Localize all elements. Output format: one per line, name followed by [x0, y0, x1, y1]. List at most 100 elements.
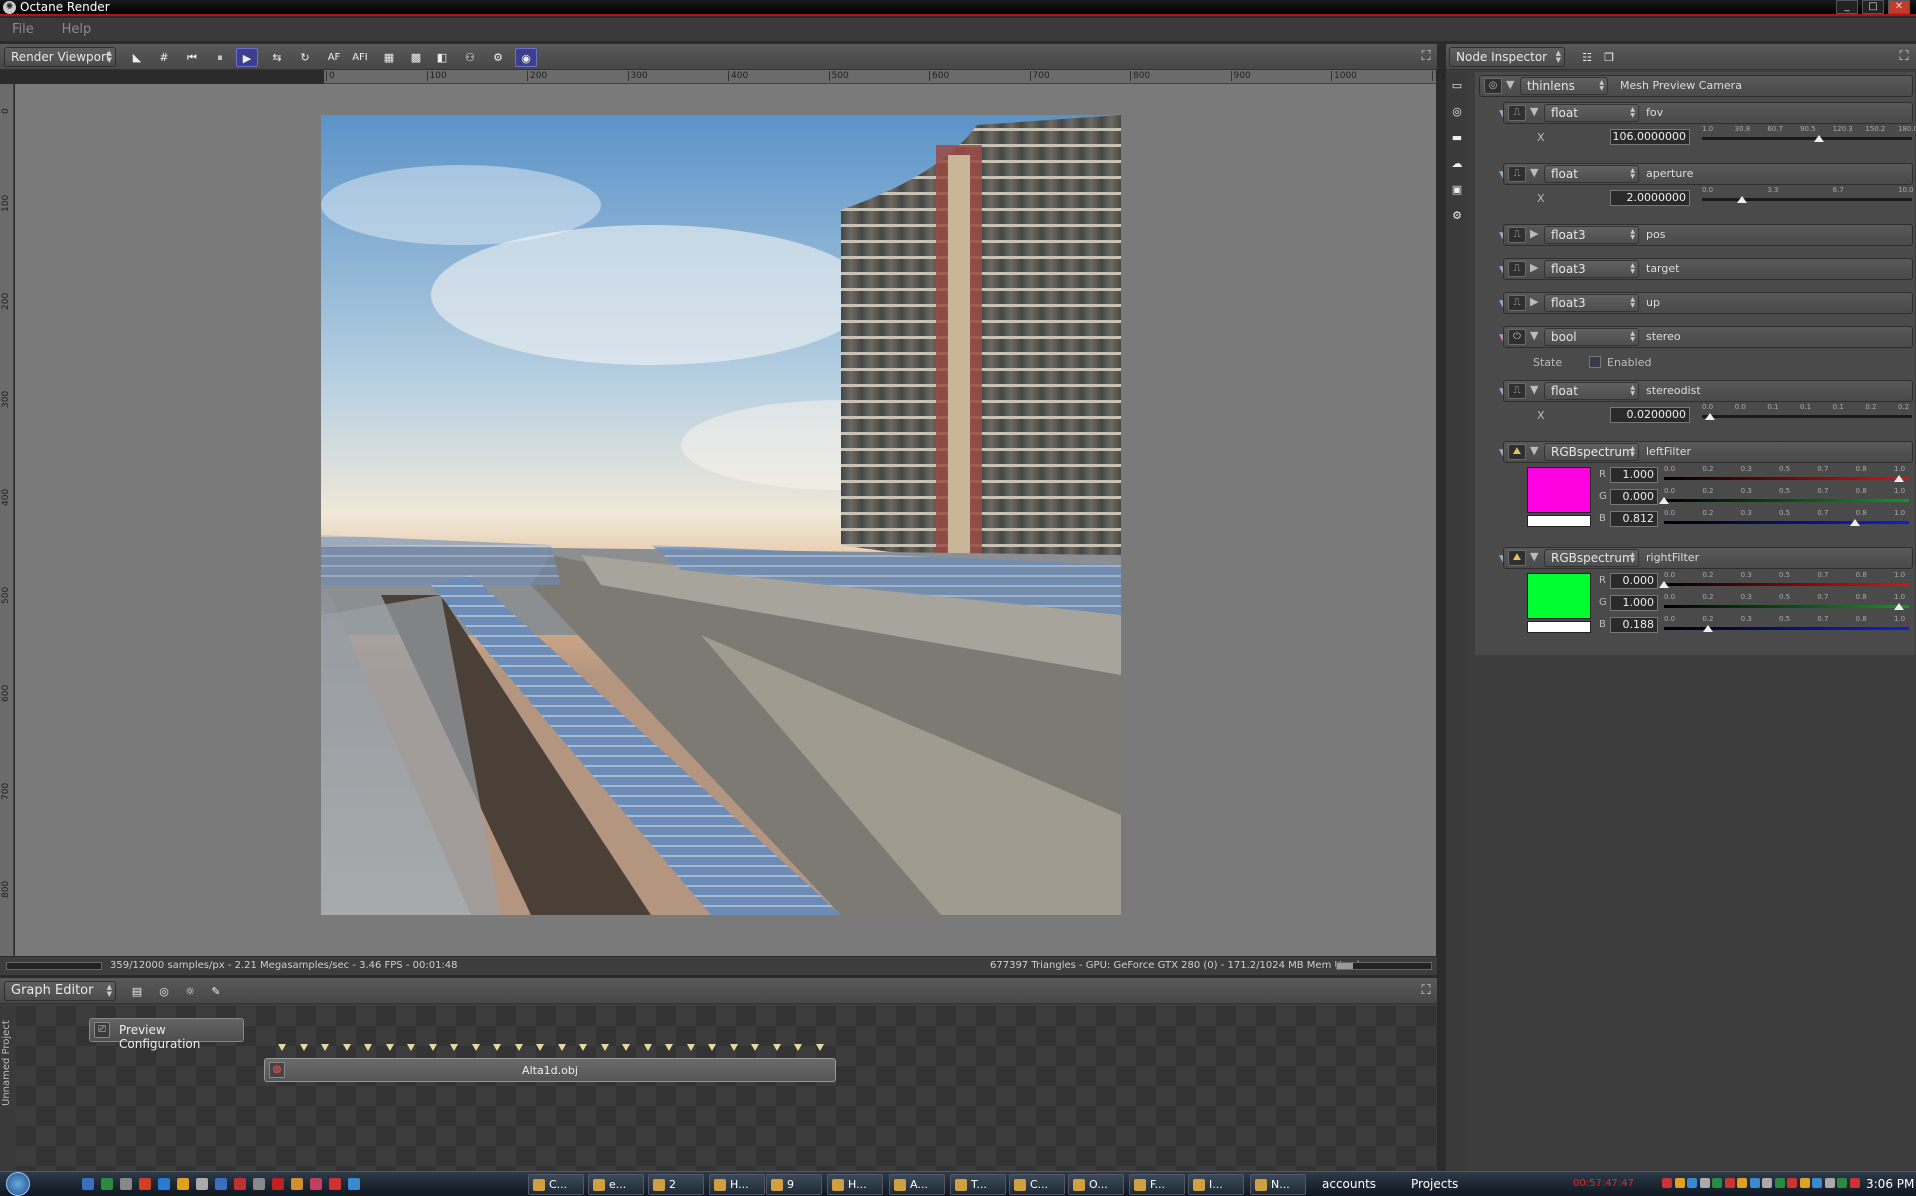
quick-launch-app-icon[interactable] — [158, 1178, 170, 1190]
taskbar-window-button[interactable]: 2 — [648, 1174, 704, 1195]
material-node-icon[interactable]: ✎ — [205, 982, 227, 1001]
input-pin-icon[interactable] — [729, 1044, 738, 1051]
quick-launch-app-icon[interactable] — [329, 1178, 341, 1190]
stereodist-type-select[interactable]: float ▲ ▼ — [1544, 382, 1639, 400]
collapse-triangle-icon[interactable]: ▼ — [1506, 78, 1514, 91]
input-pin-icon[interactable] — [794, 1044, 802, 1051]
quick-launch-app-icon[interactable] — [177, 1178, 189, 1190]
aperture-slider[interactable]: 0.0 3.3 6.7 10.0 — [1702, 186, 1914, 203]
collapse-triangle-icon[interactable]: ▼ — [1530, 105, 1538, 118]
camera-tab-icon[interactable]: ◎ — [1446, 102, 1468, 121]
up-type-select[interactable]: float3 ▲ ▼ — [1544, 294, 1639, 312]
input-pin-icon[interactable] — [364, 1044, 372, 1051]
tray-icon[interactable] — [1749, 1178, 1760, 1188]
tray-icon[interactable] — [1837, 1178, 1847, 1188]
slider-thumb[interactable] — [1703, 625, 1714, 632]
checker-icon[interactable]: ▩ — [405, 48, 427, 67]
quick-launch-app-icon[interactable] — [82, 1178, 94, 1190]
film-tab-icon[interactable]: ▬ — [1446, 128, 1468, 147]
tray-icon[interactable] — [1737, 1178, 1747, 1188]
camera-lock-icon[interactable]: ◉ — [515, 48, 537, 67]
taskbar-window-button[interactable]: I... — [1188, 1174, 1244, 1195]
split-view-icon[interactable]: ◧ — [431, 48, 453, 67]
quick-launch-app-icon[interactable] — [196, 1178, 208, 1190]
taskbar-window-button[interactable]: T... — [950, 1174, 1006, 1195]
select-tool-icon[interactable]: ◣ — [126, 48, 148, 67]
taskbar-window-button[interactable]: N... — [1250, 1174, 1306, 1195]
region-icon[interactable]: ▦ — [378, 48, 400, 67]
autofocus-button[interactable]: AF — [323, 48, 345, 67]
collapse-all-icon[interactable]: ☷ — [1576, 48, 1598, 67]
taskbar-window-button[interactable]: C... — [1009, 1174, 1065, 1195]
minimize-button[interactable]: _ — [1836, 0, 1858, 14]
aperture-type-select[interactable]: float ▲ ▼ — [1544, 165, 1639, 183]
channel-b-slider[interactable]: 0.0 0.2 0.3 0.5 0.7 0.8 1.0 — [1664, 615, 1909, 632]
project-side-tab[interactable]: Unnamed Project — [0, 1006, 16, 1171]
input-pin-icon[interactable] — [708, 1044, 716, 1051]
input-pin-icon[interactable] — [557, 1044, 566, 1051]
channel-g-slider[interactable]: 0.0 0.2 0.3 0.5 0.7 0.8 1.0 — [1664, 593, 1909, 610]
tray-icon[interactable] — [1787, 1178, 1797, 1188]
input-pin-icon[interactable] — [493, 1044, 501, 1051]
node-inspector-select[interactable]: Node Inspector ▲ ▼ — [1449, 47, 1565, 67]
clock[interactable]: 3:06 PM — [1866, 1177, 1914, 1191]
image-tab-icon[interactable]: ▣ — [1446, 180, 1468, 199]
slider-thumb[interactable] — [1705, 413, 1715, 420]
quick-launch-app-icon[interactable] — [101, 1178, 113, 1190]
rightfilter-type-select[interactable]: RGBspectrum ▲ ▼ — [1544, 549, 1639, 567]
tray-icon[interactable] — [1849, 1178, 1860, 1188]
channel-b-input[interactable]: 0.812 — [1610, 511, 1658, 527]
taskbar-window-button[interactable]: H... — [827, 1174, 883, 1195]
input-pin-icon[interactable] — [622, 1044, 630, 1051]
taskbar-window-button[interactable]: F... — [1129, 1174, 1185, 1195]
glasses-icon[interactable]: ⚇ — [459, 48, 481, 67]
input-pin-icon[interactable] — [665, 1044, 673, 1051]
start-button[interactable] — [6, 1172, 30, 1196]
input-pin-icon[interactable] — [450, 1044, 458, 1051]
quick-launch-app-icon[interactable] — [348, 1178, 360, 1190]
aperture-value-input[interactable]: 2.0000000 — [1610, 190, 1690, 206]
collapse-triangle-icon[interactable]: ▼ — [1530, 444, 1538, 457]
environment-node-icon[interactable]: ☼ — [179, 982, 201, 1001]
quick-launch-app-icon[interactable] — [291, 1178, 303, 1190]
channel-r-input[interactable]: 1.000 — [1610, 467, 1658, 483]
expand-triangle-icon[interactable]: ▶ — [1530, 261, 1538, 274]
input-pin-icon[interactable] — [514, 1044, 523, 1051]
graph-editor-select[interactable]: Graph Editor ▲ ▼ — [4, 981, 116, 1001]
color-swatch[interactable] — [1527, 573, 1591, 619]
tray-icon[interactable] — [1762, 1178, 1772, 1188]
input-pin-icon[interactable] — [643, 1044, 652, 1051]
collapse-triangle-icon[interactable]: ▼ — [1530, 550, 1538, 563]
render-viewport[interactable] — [15, 84, 1436, 956]
tray-icon[interactable] — [1674, 1178, 1685, 1188]
sync-icon[interactable]: ⇆ — [266, 48, 288, 67]
copy-icon[interactable]: ❐ — [1598, 48, 1620, 67]
maximize-button[interactable]: □ — [1862, 0, 1884, 14]
quick-launch-app-icon[interactable] — [139, 1178, 151, 1190]
quick-launch-app-icon[interactable] — [120, 1178, 132, 1190]
expand-triangle-icon[interactable]: ▶ — [1530, 295, 1538, 308]
environment-tab-icon[interactable]: ☁ — [1446, 154, 1468, 173]
settings-gear-icon[interactable]: ⚙ — [487, 48, 509, 67]
autofocus-interactive-button[interactable]: AFI — [349, 48, 371, 67]
collapse-triangle-icon[interactable]: ▼ — [1530, 166, 1538, 179]
taskbar-window-button[interactable]: A... — [889, 1174, 945, 1195]
input-pin-icon[interactable] — [579, 1044, 587, 1051]
slider-thumb[interactable] — [1814, 135, 1825, 142]
fov-slider[interactable]: 1.0 30.8 60.7 90.5 120.3 150.2 180.0 — [1702, 125, 1916, 142]
menu-file[interactable]: File — [0, 18, 46, 37]
color-swatch[interactable] — [1527, 467, 1591, 513]
maximize-graph-icon[interactable]: ⛶ — [1418, 983, 1434, 999]
slider-thumb[interactable] — [1659, 497, 1669, 504]
slider-thumb[interactable] — [1737, 196, 1747, 203]
quick-launch-app-icon[interactable] — [234, 1178, 246, 1190]
slider-thumb[interactable] — [1894, 603, 1904, 610]
quick-launch-app-icon[interactable] — [215, 1178, 227, 1190]
channel-g-input[interactable]: 1.000 — [1610, 595, 1658, 611]
tray-icon[interactable] — [1662, 1178, 1672, 1188]
collapse-triangle-icon[interactable]: ▼ — [1530, 329, 1538, 342]
render-target-icon[interactable]: ▭ — [1446, 76, 1468, 95]
tray-icon[interactable] — [1712, 1178, 1722, 1188]
quick-launch-app-icon[interactable] — [272, 1178, 284, 1190]
preview-configuration-button[interactable]: ⎚ Preview Configuration — [89, 1018, 244, 1051]
